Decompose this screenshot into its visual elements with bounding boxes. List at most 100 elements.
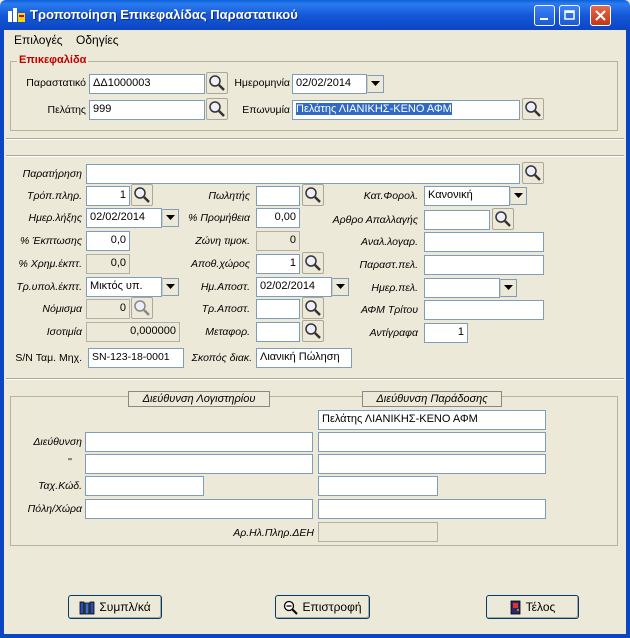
logistiriou-tax-kod-field[interactable]	[85, 476, 204, 496]
header-group-title: Επικεφαλίδα	[17, 54, 89, 66]
logistiriou-dieuthinsi2-field[interactable]	[85, 454, 313, 474]
chevron-down-icon	[514, 193, 523, 198]
search-icon	[305, 255, 321, 271]
metafor-search-button[interactable]	[302, 320, 324, 342]
maximize-button[interactable]	[559, 5, 580, 26]
im-apost-label: Ημ.Αποστ.	[200, 281, 250, 293]
kat-forol-dropdown-button[interactable]	[510, 187, 527, 205]
kat-forol-field[interactable]: Κανονική	[424, 186, 510, 206]
arthro-apallagis-field[interactable]	[424, 210, 490, 230]
eponymia-value: Πελάτης ΛΙΑΝΙΚΗΣ-ΚΕΝΟ ΑΦΜ	[296, 103, 452, 115]
tr-ypol-ekpt-field[interactable]: Μικτός υπ.	[86, 277, 162, 297]
eponymia-search-button[interactable]	[522, 98, 544, 120]
separator	[6, 155, 624, 157]
imer-lixis-field[interactable]: 02/02/2014	[86, 208, 162, 228]
zoni-timok-label: Ζώνη τιμοκ.	[195, 235, 250, 247]
promitheia-label: % Προμήθεια	[188, 212, 250, 224]
eponymia-label: Επωνυμία	[242, 104, 290, 116]
parast-pel-label: Παραστ.πελ.	[359, 259, 418, 271]
tropos-pliromis-label: Τρόπ.πληρ.	[27, 190, 82, 202]
window-title: Τροποποίηση Επικεφαλίδας Παραστατικού	[30, 7, 298, 22]
logistiriou-dieuthinsi-field[interactable]	[85, 432, 313, 452]
parastatiko-search-button[interactable]	[206, 72, 228, 94]
metafor-field[interactable]	[256, 322, 300, 342]
ekptosi-field[interactable]: 0,0	[86, 231, 130, 251]
telos-button[interactable]: Τέλος	[486, 595, 579, 619]
eponymia-field[interactable]: Πελάτης ΛΙΑΝΙΚΗΣ-ΚΕΝΟ ΑΦΜ	[292, 100, 520, 120]
afm-tritou-label: ΑΦΜ Τρίτου	[361, 304, 418, 316]
paradosis-header: Διεύθυνση Παράδοσης	[362, 391, 502, 407]
close-icon	[595, 10, 606, 21]
arthro-apallagis-label: Αρθρο Απαλλαγής	[332, 214, 418, 226]
nomisma-field: 0	[86, 299, 130, 319]
menu-item-options[interactable]: Επιλογές	[14, 33, 63, 47]
search-icon	[525, 101, 541, 117]
ditto-label: ''	[67, 456, 72, 468]
nomisma-search-button[interactable]	[131, 297, 153, 319]
pelatis-label: Πελάτης	[47, 104, 86, 116]
anal-logar-field[interactable]	[424, 232, 544, 252]
imerominia-label: Ημερομηνία	[234, 77, 290, 89]
sn-field[interactable]: SN-123-18-0001	[88, 348, 184, 368]
promitheia-field[interactable]: 0,00	[256, 208, 300, 228]
minimize-button[interactable]	[534, 5, 555, 26]
app-logo-icon	[8, 8, 25, 22]
paradosis-name-field[interactable]: Πελάτης ΛΙΑΝΙΚΗΣ-ΚΕΝΟ ΑΦΜ	[318, 410, 546, 430]
separator	[6, 138, 624, 140]
search-icon	[305, 323, 321, 339]
parastatiko-field[interactable]: ΔΔ1000003	[89, 74, 205, 94]
antigrafa-field[interactable]: 1	[424, 323, 468, 343]
separator	[6, 378, 624, 380]
politis-search-button[interactable]	[302, 184, 324, 206]
menu-item-instructions[interactable]: Οδηγίες	[76, 33, 119, 47]
tax-kod-label: Ταχ.Κώδ.	[38, 480, 82, 492]
afm-tritou-field[interactable]	[424, 300, 544, 320]
parastatiko-label: Παραστατικό	[26, 77, 86, 89]
close-button[interactable]	[590, 5, 611, 26]
isotimia-field: 0,000000	[86, 322, 180, 342]
dieuthinsi-label: Διεύθυνση	[33, 436, 82, 448]
paradosis-dieuthinsi-field[interactable]	[318, 432, 546, 452]
window-frame-left	[0, 30, 4, 638]
xrim-ekpt-label: % Χρημ.έκπτ.	[18, 258, 82, 270]
poli-xora-label: Πόλη/Χώρα	[27, 503, 82, 515]
metafor-label: Μεταφορ.	[205, 326, 250, 338]
paradosis-dieuthinsi2-field[interactable]	[318, 454, 546, 474]
tropos-pliromis-search-button[interactable]	[131, 184, 153, 206]
telos-label: Τέλος	[525, 600, 556, 614]
pelatis-field[interactable]: 999	[89, 100, 205, 120]
search-icon	[134, 300, 150, 316]
skopos-label: Σκοπός διακ.	[191, 352, 252, 364]
paradosis-tax-kod-field[interactable]	[318, 476, 438, 496]
skopos-field[interactable]: Λιανική Πώληση	[256, 348, 352, 368]
apoth-xoros-field[interactable]: 1	[256, 254, 300, 274]
epistrofi-button[interactable]: Επιστροφή	[275, 595, 370, 619]
tropos-pliromis-field[interactable]: 1	[86, 186, 130, 206]
window-frame-right	[626, 30, 630, 638]
ekptosi-label: % Έκπτωσης	[19, 235, 82, 247]
pelatis-search-button[interactable]	[206, 98, 228, 120]
imer-lixis-label: Ημερ.λήξης	[28, 212, 82, 224]
logistiriou-poli-field[interactable]	[85, 499, 313, 519]
imer-pel-field[interactable]	[424, 278, 500, 298]
chevron-down-icon	[504, 285, 513, 290]
search-icon	[209, 75, 225, 91]
im-apost-field[interactable]: 02/02/2014	[256, 277, 332, 297]
search-icon	[525, 165, 541, 181]
xrim-ekpt-field: 0,0	[86, 254, 130, 274]
tr-apost-field[interactable]	[256, 299, 300, 319]
paratirisi-field[interactable]	[86, 164, 520, 184]
parast-pel-field[interactable]	[424, 255, 544, 275]
books-icon	[79, 601, 95, 615]
politis-field[interactable]	[256, 186, 300, 206]
paradosis-poli-field[interactable]	[318, 499, 546, 519]
symplka-button[interactable]: Συμπλ/κά	[68, 595, 162, 619]
arthro-apallagis-search-button[interactable]	[492, 208, 514, 230]
apoth-xoros-search-button[interactable]	[302, 252, 324, 274]
tr-apost-search-button[interactable]	[302, 297, 324, 319]
imerominia-field[interactable]: 02/02/2014	[292, 74, 367, 94]
epistrofi-label: Επιστροφή	[302, 600, 362, 614]
imer-pel-dropdown-button[interactable]	[500, 279, 517, 297]
paratirisi-search-button[interactable]	[522, 162, 544, 184]
imerominia-dropdown-button[interactable]	[367, 75, 384, 93]
